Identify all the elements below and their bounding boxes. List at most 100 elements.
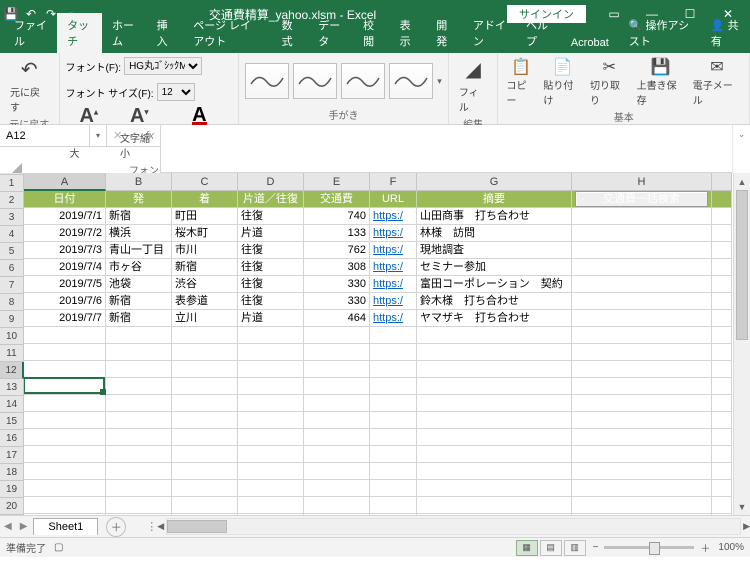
cell-blank[interactable] [417, 480, 572, 497]
ribbon-tab-ファイル[interactable]: ファイル [4, 13, 57, 53]
cell-blank[interactable] [712, 344, 732, 361]
cell-blank[interactable] [572, 293, 712, 310]
cell-blank[interactable] [712, 191, 732, 208]
row-header-16[interactable]: 16 [0, 430, 24, 447]
scroll-left-icon[interactable]: ◀ [157, 518, 164, 535]
paste-button[interactable]: 📄貼り付け [541, 55, 584, 109]
cell-blank[interactable] [24, 446, 106, 463]
cell-blank[interactable] [304, 344, 370, 361]
cell-blank[interactable] [106, 514, 172, 515]
cell-blank[interactable] [238, 480, 304, 497]
cell-blank[interactable] [238, 514, 304, 515]
cell-from[interactable]: 市ヶ谷 [106, 259, 172, 276]
cell-date[interactable]: 2019/7/1 [24, 208, 106, 225]
cell-blank[interactable] [370, 344, 417, 361]
cell-blank[interactable] [417, 344, 572, 361]
cell-blank[interactable] [172, 514, 238, 515]
row-header-1[interactable]: 1 [0, 175, 24, 192]
row-header-12[interactable]: 12 [0, 362, 24, 379]
cell-from[interactable]: 新宿 [106, 310, 172, 327]
cell-blank[interactable] [24, 361, 106, 378]
cell-blank[interactable] [712, 378, 732, 395]
column-header-C[interactable]: C [172, 173, 238, 191]
row-header-2[interactable]: 2 [0, 192, 24, 209]
row-header-8[interactable]: 8 [0, 294, 24, 311]
cell-blank[interactable] [572, 259, 712, 276]
cell-blank[interactable] [172, 378, 238, 395]
ribbon-tab-校閲[interactable]: 校閲 [353, 13, 390, 53]
row-header-5[interactable]: 5 [0, 243, 24, 260]
cell-blank[interactable] [572, 344, 712, 361]
cell-blank[interactable] [572, 310, 712, 327]
cell-blank[interactable] [304, 429, 370, 446]
font-select[interactable]: HG丸ｺﾞｼｯｸM- [124, 57, 202, 75]
ribbon-tab-Acrobat[interactable]: Acrobat [561, 33, 619, 53]
cell-blank[interactable] [106, 463, 172, 480]
zoom-slider[interactable] [604, 546, 694, 549]
row-header-13[interactable]: 13 [0, 379, 24, 396]
row-header-9[interactable]: 9 [0, 311, 24, 328]
row-header-15[interactable]: 15 [0, 413, 24, 430]
cell-blank[interactable] [238, 497, 304, 514]
cell-blank[interactable] [106, 327, 172, 344]
enter-formula-icon[interactable]: ✓ [128, 129, 137, 142]
cell-blank[interactable] [712, 242, 732, 259]
copy-button[interactable]: 📋コピー [504, 55, 537, 109]
name-box-dropdown[interactable]: ▾ [90, 125, 107, 146]
cell-to[interactable]: 市川 [172, 242, 238, 259]
select-all-corner[interactable] [0, 173, 24, 175]
cell-blank[interactable] [172, 395, 238, 412]
cell-fare[interactable]: 762 [304, 242, 370, 259]
column-header-extra[interactable] [712, 173, 732, 191]
cell-url[interactable]: https:/ [370, 310, 417, 327]
page-break-view-button[interactable]: ▥ [564, 540, 586, 556]
cell-fare[interactable]: 133 [304, 225, 370, 242]
cell-blank[interactable] [417, 497, 572, 514]
cell-url[interactable]: https:/ [370, 242, 417, 259]
cell-blank[interactable] [370, 463, 417, 480]
cell-blank[interactable] [238, 446, 304, 463]
column-header-D[interactable]: D [238, 173, 304, 191]
ribbon-tab-挿入[interactable]: 挿入 [147, 13, 184, 53]
fill-button[interactable]: ◢フィル [455, 55, 492, 116]
cell-trip[interactable]: 片道 [238, 310, 304, 327]
cell-blank[interactable] [172, 446, 238, 463]
cell-blank[interactable] [172, 429, 238, 446]
cell-blank[interactable] [106, 429, 172, 446]
cell-blank[interactable] [370, 361, 417, 378]
normal-view-button[interactable]: ▦ [516, 540, 538, 556]
ribbon-tab-アドイン[interactable]: アドイン [463, 13, 516, 53]
fx-icon[interactable]: fx [145, 130, 154, 142]
cell-blank[interactable] [238, 412, 304, 429]
cell-blank[interactable] [370, 446, 417, 463]
cell-url[interactable]: https:/ [370, 276, 417, 293]
cell-blank[interactable] [304, 395, 370, 412]
cell-blank[interactable] [304, 514, 370, 515]
cell-blank[interactable] [172, 463, 238, 480]
cell-note[interactable]: 富田コーポレーション 契約 [417, 276, 572, 293]
search-button[interactable]: 交通費一括検索 [575, 191, 708, 207]
ink-preview-3[interactable] [341, 63, 385, 99]
cancel-formula-icon[interactable]: ✕ [113, 129, 122, 142]
ink-preview-4[interactable] [389, 63, 433, 99]
cell-blank[interactable] [572, 208, 712, 225]
cell-blank[interactable] [238, 463, 304, 480]
save-button[interactable]: 💾上書き保存 [635, 55, 687, 109]
cell-fare[interactable]: 330 [304, 293, 370, 310]
email-button[interactable]: ✉電子メール [691, 55, 743, 109]
cell-date[interactable]: 2019/7/2 [24, 225, 106, 242]
cell-blank[interactable] [106, 412, 172, 429]
macro-record-icon[interactable]: ▢ [54, 542, 63, 553]
cell-blank[interactable] [304, 480, 370, 497]
formula-bar-expand[interactable]: ⌄ [732, 125, 750, 173]
cell-blank[interactable] [106, 497, 172, 514]
cell-to[interactable]: 渋谷 [172, 276, 238, 293]
cell-blank[interactable] [238, 429, 304, 446]
cell-to[interactable]: 町田 [172, 208, 238, 225]
cell-blank[interactable] [370, 497, 417, 514]
column-header-E[interactable]: E [304, 173, 370, 191]
cell-from[interactable]: 横浜 [106, 225, 172, 242]
cell-blank[interactable] [106, 395, 172, 412]
cell-url[interactable]: https:/ [370, 225, 417, 242]
sheet-tab[interactable]: Sheet1 [33, 518, 98, 535]
